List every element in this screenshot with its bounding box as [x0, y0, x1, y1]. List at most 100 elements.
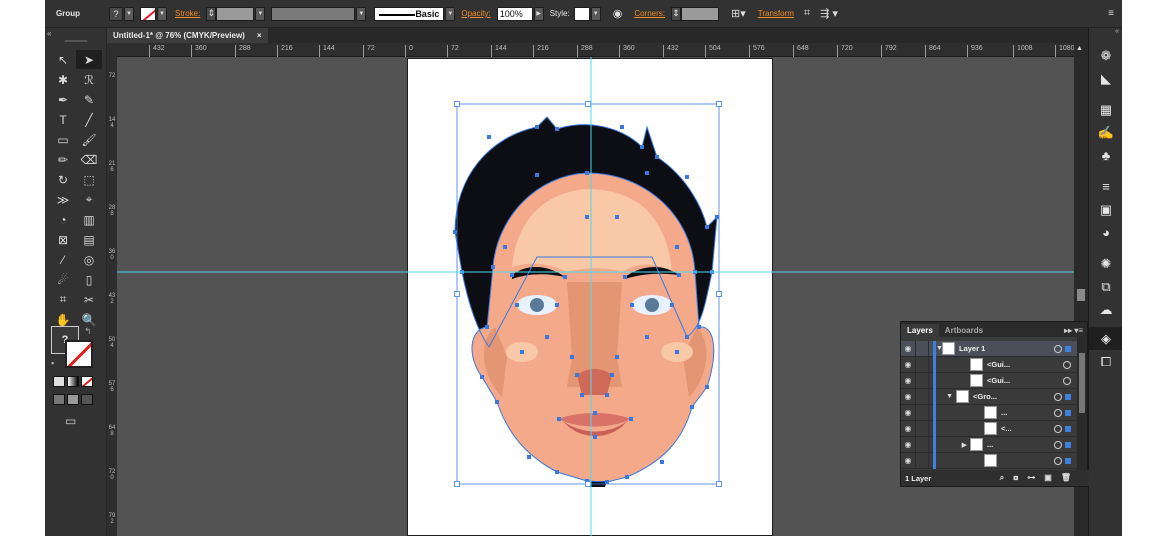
free-transform-icon[interactable]: ⌖ [76, 190, 102, 209]
target-indicator[interactable] [1063, 360, 1071, 369]
draw-normal-icon[interactable] [53, 394, 65, 405]
anchor-point[interactable] [535, 173, 539, 177]
default-colors-icon[interactable]: ▪ [51, 358, 54, 368]
anchor-point[interactable] [630, 303, 634, 307]
layer-row[interactable]: ◉... [901, 404, 1077, 421]
visibility-icon[interactable]: ◉ [901, 344, 915, 353]
stroke-weight-dropdown[interactable]: ▼ [255, 6, 266, 21]
layer-row[interactable]: ◉ ▼ Layer 1 [901, 340, 1077, 357]
rectangle-icon[interactable]: ▭ [50, 130, 76, 149]
layers-scrollbar[interactable] [1077, 337, 1087, 471]
anchor-point[interactable] [563, 275, 567, 279]
color-panel-icon[interactable]: ❁ [1089, 44, 1122, 67]
anchor-point[interactable] [605, 393, 609, 397]
color-icon[interactable] [53, 376, 65, 387]
lasso-icon[interactable]: ℛ [76, 70, 102, 89]
anchor-point[interactable] [615, 355, 619, 359]
anchor-point[interactable] [593, 435, 597, 439]
lock-toggle[interactable] [915, 452, 929, 469]
bounding-box-handle[interactable] [585, 101, 591, 107]
visibility-icon[interactable]: ◉ [901, 456, 915, 465]
locate-object-icon[interactable]: ⌕ [1000, 473, 1004, 483]
stroke-box[interactable] [65, 340, 93, 368]
screen-mode-icon[interactable]: ▭ [65, 414, 76, 428]
selection-icon[interactable]: ↖ [50, 50, 76, 69]
anchor-point[interactable] [610, 373, 614, 377]
stroke-panel-icon[interactable]: ≡ [1089, 175, 1122, 198]
style-dropdown[interactable]: ▼ [590, 6, 601, 21]
anchor-point[interactable] [545, 335, 549, 339]
shape-builder-icon[interactable]: ◔ [50, 210, 76, 229]
bounding-box-handle[interactable] [716, 481, 722, 487]
anchor-point[interactable] [585, 171, 589, 175]
fill-swatch[interactable]: ? [109, 6, 123, 21]
direct-selection-icon[interactable]: ➤ [76, 50, 102, 69]
visibility-icon[interactable]: ◉ [901, 408, 915, 417]
artboard-icon[interactable]: ⌗ [50, 290, 76, 309]
anchor-point[interactable] [585, 215, 589, 219]
recolor-artwork-icon[interactable]: ◉ [613, 7, 623, 20]
anchor-point[interactable] [677, 273, 681, 277]
draw-inside-icon[interactable] [81, 394, 93, 405]
draw-behind-icon[interactable] [67, 394, 79, 405]
column-graph-icon[interactable]: ▯ [76, 270, 102, 289]
anchor-point[interactable] [697, 325, 701, 329]
slice-icon[interactable]: ✂ [76, 290, 102, 309]
width-icon[interactable]: ≫ [50, 190, 76, 209]
layer-row[interactable]: ◉ <... [901, 420, 1077, 437]
align-icon[interactable]: ⊞▾ [731, 7, 746, 20]
anchor-point[interactable] [685, 175, 689, 179]
gradient-icon[interactable]: ▤ [76, 230, 102, 249]
brushes-icon[interactable]: ✍ [1089, 121, 1122, 144]
anchor-point[interactable] [575, 373, 579, 377]
fill-dropdown[interactable]: ▼ [124, 6, 134, 21]
layer-row[interactable]: ◉ <Gui... [901, 372, 1077, 389]
expand-panels-icon[interactable]: « [1089, 28, 1122, 38]
brush-dropdown[interactable]: ▼ [445, 6, 456, 21]
paintbrush-icon[interactable]: 🖌 [76, 130, 102, 149]
anchor-point[interactable] [629, 417, 633, 421]
lock-toggle[interactable] [915, 340, 929, 357]
stroke-link[interactable]: Stroke: [175, 9, 200, 18]
cc-libraries-icon[interactable]: ☁ [1089, 298, 1122, 321]
new-layer-icon[interactable]: ▣ [1044, 473, 1052, 483]
scale-icon[interactable]: ⬚ [76, 170, 102, 189]
anchor-point[interactable] [580, 393, 584, 397]
lock-toggle[interactable] [915, 436, 929, 453]
anchor-point[interactable] [625, 475, 629, 479]
disclosure-icon[interactable]: ▶ [936, 441, 970, 449]
anchor-point[interactable] [615, 215, 619, 219]
anchor-point[interactable] [645, 171, 649, 175]
collapse-icon[interactable]: « [47, 29, 51, 38]
transparency-icon[interactable]: ◕ [1089, 221, 1122, 244]
anchor-point[interactable] [605, 480, 609, 484]
visibility-icon[interactable]: ◉ [901, 424, 915, 433]
anchor-point[interactable] [557, 417, 561, 421]
anchor-point[interactable] [645, 335, 649, 339]
pencil-icon[interactable]: ✏ [50, 150, 76, 169]
tab-artboards[interactable]: Artboards [939, 324, 989, 337]
corners-link[interactable]: Corners: [634, 9, 665, 18]
graphic-style-swatch[interactable] [573, 6, 590, 21]
target-indicator[interactable] [1063, 376, 1071, 385]
symbols-icon[interactable]: ♣ [1089, 144, 1122, 167]
lock-toggle[interactable] [915, 372, 929, 389]
anchor-point[interactable] [487, 135, 491, 139]
graphic-styles-icon[interactable]: ⧉ [1089, 275, 1122, 298]
bounding-box-handle[interactable] [454, 101, 460, 107]
bounding-box-handle[interactable] [454, 481, 460, 487]
anchor-point[interactable] [675, 245, 679, 249]
visibility-icon[interactable]: ◉ [901, 376, 915, 385]
right-iris[interactable] [645, 298, 659, 312]
target-indicator[interactable] [1054, 424, 1071, 433]
anchor-point[interactable] [623, 275, 627, 279]
anchor-point[interactable] [593, 411, 597, 415]
panel-menu-icon[interactable]: ≡ [1108, 8, 1114, 19]
target-indicator[interactable] [1054, 440, 1071, 449]
anchor-point[interactable] [485, 325, 489, 329]
visibility-icon[interactable]: ◉ [901, 360, 915, 369]
opacity-input[interactable]: 100% [496, 6, 533, 21]
lock-toggle[interactable] [915, 388, 929, 405]
target-indicator[interactable] [1054, 456, 1071, 465]
scroll-thumb[interactable] [1077, 289, 1085, 301]
